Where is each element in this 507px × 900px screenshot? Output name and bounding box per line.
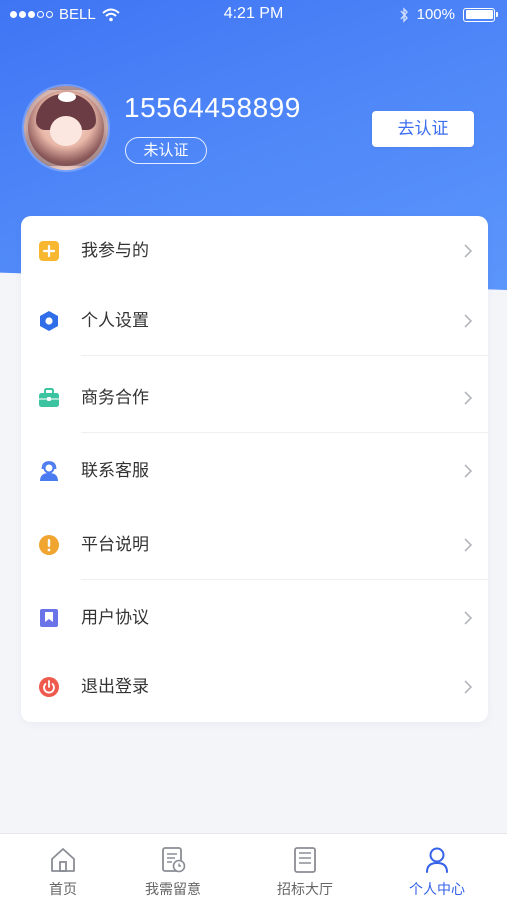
verify-status-badge: 未认证 <box>125 137 207 164</box>
avatar-face <box>50 116 82 146</box>
exclamation-circle-icon <box>39 535 59 555</box>
chevron-right-icon <box>464 611 473 625</box>
menu-item-label: 联系客服 <box>81 461 149 481</box>
menu-card: 我参与的 个人设置 商务合作 联系客服 平台说明 用户协议 退出登录 <box>21 216 488 722</box>
tab-label: 首页 <box>49 882 77 898</box>
status-bar: BELL 4:21 PM 100% <box>0 0 507 30</box>
menu-item-label: 用户协议 <box>81 608 149 628</box>
chevron-right-icon <box>464 680 473 694</box>
power-icon <box>39 677 59 697</box>
plus-square-icon <box>39 241 59 261</box>
menu-item-label: 商务合作 <box>81 388 149 408</box>
tab-label: 招标大厅 <box>277 882 333 898</box>
menu-item-label: 退出登录 <box>81 677 149 697</box>
verify-button[interactable]: 去认证 <box>372 111 474 147</box>
document-clock-icon <box>162 847 186 873</box>
menu-item-business[interactable]: 商务合作 <box>21 363 488 433</box>
menu-item-platform-info[interactable]: 平台说明 <box>21 510 488 580</box>
battery-percent: 100% <box>416 6 455 23</box>
home-icon <box>51 848 75 872</box>
bluetooth-icon <box>400 6 408 23</box>
tab-label: 我需留意 <box>145 882 201 898</box>
person-icon <box>426 847 448 873</box>
customer-service-icon <box>40 461 58 481</box>
menu-divider <box>81 355 488 356</box>
menu-item-label: 平台说明 <box>81 535 149 555</box>
chevron-right-icon <box>464 314 473 328</box>
status-right: 100% <box>399 6 498 23</box>
avatar-bow <box>58 92 76 102</box>
tab-watchlist[interactable]: 我需留意 <box>110 834 236 900</box>
chevron-right-icon <box>464 464 473 478</box>
briefcase-icon <box>39 388 59 407</box>
chevron-right-icon <box>464 538 473 552</box>
tab-bidding-hall[interactable]: 招标大厅 <box>242 834 368 900</box>
menu-divider <box>81 432 488 433</box>
menu-item-participated[interactable]: 我参与的 <box>21 216 488 286</box>
document-list-icon <box>294 847 316 873</box>
profile-section: 15564458899 未认证 去认证 <box>0 80 507 180</box>
chevron-right-icon <box>464 391 473 405</box>
menu-item-customer-service[interactable]: 联系客服 <box>21 436 488 506</box>
menu-item-label: 个人设置 <box>81 311 149 331</box>
menu-item-logout[interactable]: 退出登录 <box>21 652 488 722</box>
tab-personal-center[interactable]: 个人中心 <box>374 834 500 900</box>
menu-divider <box>81 579 488 580</box>
bottom-tab-bar: 首页 我需留意 招标大厅 个人中心 <box>0 833 507 900</box>
user-phone: 15564458899 <box>124 92 301 123</box>
hexagon-settings-icon <box>40 311 58 331</box>
menu-item-label: 我参与的 <box>81 241 149 261</box>
bookmark-icon <box>40 609 58 627</box>
battery-icon <box>463 7 498 22</box>
menu-item-settings[interactable]: 个人设置 <box>21 286 488 356</box>
battery-fill <box>465 10 493 19</box>
chevron-right-icon <box>464 244 473 258</box>
tab-home[interactable]: 首页 <box>0 834 126 900</box>
tab-label: 个人中心 <box>409 882 465 898</box>
avatar[interactable] <box>24 86 108 170</box>
menu-item-user-agreement[interactable]: 用户协议 <box>21 583 488 653</box>
